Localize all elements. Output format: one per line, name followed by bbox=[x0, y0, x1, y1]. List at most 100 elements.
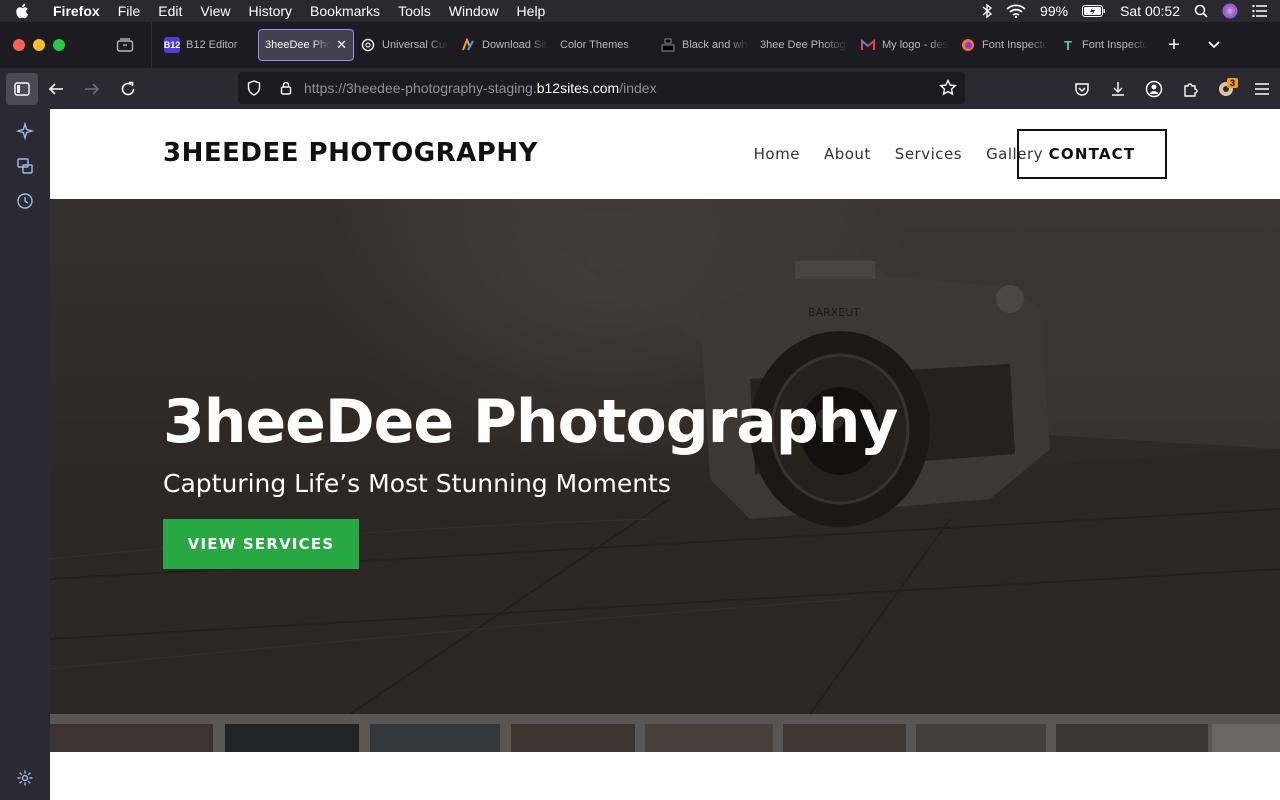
plus-icon: + bbox=[1168, 33, 1180, 56]
url-text: https://3heedee-photography-staging.b12s… bbox=[304, 80, 657, 96]
close-tab-icon[interactable]: ✕ bbox=[336, 37, 347, 53]
app-menu-button[interactable] bbox=[1244, 73, 1280, 105]
chevron-down-icon bbox=[1208, 41, 1220, 49]
window-controls bbox=[0, 39, 100, 51]
url-domain: b12sites.com bbox=[536, 80, 620, 96]
reload-icon bbox=[121, 81, 135, 95]
minimize-window-button[interactable] bbox=[33, 39, 45, 51]
tab-3hee-dee-photography[interactable]: 3hee Dee Photography bbox=[754, 29, 854, 61]
menu-file[interactable]: File bbox=[109, 3, 150, 19]
reload-button[interactable] bbox=[110, 73, 146, 105]
firefox-view-icon bbox=[116, 38, 134, 52]
puzzle-piece-icon bbox=[1184, 82, 1198, 97]
gallery-thumbnail[interactable] bbox=[225, 724, 359, 752]
lock-icon[interactable] bbox=[270, 81, 302, 95]
bluetooth-icon[interactable] bbox=[982, 3, 993, 19]
extension-with-badge-button[interactable]: 3 bbox=[1208, 73, 1244, 105]
extensions-button[interactable] bbox=[1172, 73, 1208, 105]
back-button[interactable] bbox=[38, 73, 74, 105]
menu-bookmarks[interactable]: Bookmarks bbox=[301, 3, 389, 19]
navigation-toolbar: https://3heedee-photography-staging.b12s… bbox=[0, 68, 1280, 109]
nav-home[interactable]: Home bbox=[754, 145, 800, 163]
hero-subtitle: Capturing Life’s Most Stunning Moments bbox=[163, 469, 671, 498]
forward-button[interactable] bbox=[74, 73, 110, 105]
wifi-icon[interactable] bbox=[1006, 4, 1026, 18]
tab-black-and-white[interactable]: Black and white bbox=[654, 29, 754, 61]
gallery-thumbnail[interactable] bbox=[1056, 724, 1208, 752]
sidebar-icon bbox=[14, 81, 30, 96]
nav-services[interactable]: Services bbox=[895, 145, 962, 163]
firefox-view-button[interactable] bbox=[105, 29, 145, 61]
downloads-button[interactable] bbox=[1100, 73, 1136, 105]
new-tab-button[interactable]: + bbox=[1154, 29, 1194, 61]
bookmark-star-icon[interactable] bbox=[939, 78, 957, 100]
tab-b12-editor[interactable]: B12 B12 Editor bbox=[158, 29, 258, 61]
view-services-button[interactable]: VIEW SERVICES bbox=[163, 519, 359, 569]
tab-color-themes[interactable]: Color Themes bbox=[554, 29, 654, 61]
gallery-thumbnail[interactable] bbox=[370, 724, 500, 752]
menu-firefox[interactable]: Firefox bbox=[44, 3, 109, 19]
contact-button[interactable]: CONTACT bbox=[1017, 129, 1167, 179]
gear-icon bbox=[17, 770, 33, 786]
web-page-content: 3HEEDEE PHOTOGRAPHY Home About Services … bbox=[50, 109, 1280, 800]
menu-window[interactable]: Window bbox=[440, 3, 508, 19]
url-bar[interactable]: https://3heedee-photography-staging.b12s… bbox=[238, 72, 965, 104]
tab-download-sites[interactable]: Download Sites bbox=[454, 29, 554, 61]
openai-icon bbox=[360, 37, 376, 53]
toolbar-right: 3 bbox=[1064, 68, 1280, 109]
extension-badge: 3 bbox=[1226, 77, 1238, 88]
tab-universal-cursor[interactable]: Universal Cursor bbox=[354, 29, 454, 61]
gallery-thumbnail[interactable] bbox=[783, 724, 906, 752]
tab-font-inspector-2[interactable]: T Font Inspector bbox=[1054, 29, 1154, 61]
zoom-window-button[interactable] bbox=[53, 39, 65, 51]
synced-tabs-button[interactable] bbox=[13, 154, 37, 178]
url-prefix: https://3heedee-photography-staging. bbox=[304, 80, 537, 96]
menu-view[interactable]: View bbox=[191, 3, 239, 19]
menu-tools[interactable]: Tools bbox=[389, 3, 440, 19]
gallery-thumbnail[interactable] bbox=[511, 724, 635, 752]
apple-icon[interactable] bbox=[0, 3, 44, 19]
battery-icon[interactable] bbox=[1082, 5, 1106, 17]
arrow-left-icon bbox=[48, 82, 63, 95]
tab-separator bbox=[151, 22, 152, 68]
control-center-icon[interactable] bbox=[1252, 5, 1268, 17]
gallery-thumbnail[interactable] bbox=[1212, 724, 1280, 752]
firefox-icon bbox=[960, 37, 976, 53]
clock-icon bbox=[17, 193, 33, 209]
arrow-right-icon bbox=[85, 82, 100, 95]
tracking-protection-shield-icon[interactable] bbox=[238, 80, 270, 96]
tab-list: B12 B12 Editor 3heeDee Photography ✕ Uni… bbox=[158, 22, 1154, 68]
tab-font-inspector-1[interactable]: Font Inspector bbox=[954, 29, 1054, 61]
browser-sidebar bbox=[0, 109, 50, 800]
clock[interactable]: Sat 00:52 bbox=[1120, 3, 1180, 19]
tab-my-logo[interactable]: My logo - design bbox=[854, 29, 954, 61]
synced-tabs-icon bbox=[17, 158, 33, 174]
menu-help[interactable]: Help bbox=[508, 3, 555, 19]
tab-3heedee-photography-active[interactable]: 3heeDee Photography ✕ bbox=[258, 29, 354, 61]
menu-history[interactable]: History bbox=[239, 3, 301, 19]
history-button[interactable] bbox=[13, 189, 37, 213]
gallery-thumbnail[interactable] bbox=[50, 724, 213, 752]
site-logo[interactable]: 3HEEDEE PHOTOGRAPHY bbox=[163, 138, 538, 168]
sidebar-toggle-button[interactable] bbox=[6, 72, 38, 105]
battery-percent: 99% bbox=[1040, 3, 1069, 19]
close-window-button[interactable] bbox=[13, 39, 25, 51]
pocket-button[interactable] bbox=[1064, 73, 1100, 105]
list-all-tabs-button[interactable] bbox=[1194, 29, 1234, 61]
tab-strip: B12 B12 Editor 3heeDee Photography ✕ Uni… bbox=[0, 22, 1280, 68]
pocket-icon bbox=[1075, 82, 1089, 96]
ai-chatbot-button[interactable] bbox=[13, 119, 37, 143]
site-header: 3HEEDEE PHOTOGRAPHY Home About Services … bbox=[50, 109, 1280, 199]
menu-edit[interactable]: Edit bbox=[149, 3, 191, 19]
sidebar-settings-button[interactable] bbox=[13, 766, 37, 790]
siri-icon[interactable] bbox=[1222, 3, 1238, 19]
spotlight-search-icon[interactable] bbox=[1194, 4, 1208, 18]
gallery-thumbnail[interactable] bbox=[916, 724, 1046, 752]
hero-title: 3heeDee Photography bbox=[163, 387, 899, 457]
nav-about[interactable]: About bbox=[824, 145, 871, 163]
macos-menu-bar: Firefox File Edit View History Bookmarks… bbox=[0, 0, 1280, 22]
gallery-thumbnail[interactable] bbox=[645, 724, 773, 752]
account-icon bbox=[1145, 80, 1163, 97]
account-button[interactable] bbox=[1136, 73, 1172, 105]
site-nav: Home About Services Gallery bbox=[754, 145, 1043, 163]
